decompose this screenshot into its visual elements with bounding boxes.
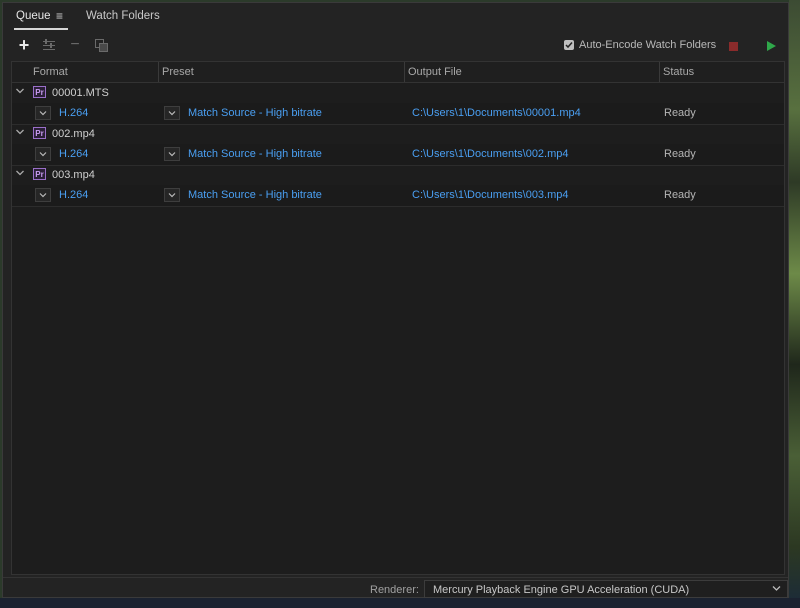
premiere-pro-icon: Pr (33, 127, 46, 139)
queue-source-row[interactable]: Pr 002.mp4 (12, 124, 784, 145)
column-divider[interactable] (659, 62, 660, 82)
chevron-down-icon (39, 193, 47, 198)
queue-output-row[interactable]: H.264 Match Source - High bitrate C:\Use… (12, 185, 784, 207)
status-text: Ready (664, 189, 696, 201)
format-dropdown-button[interactable] (35, 188, 51, 202)
chevron-down-icon (39, 152, 47, 157)
format-link[interactable]: H.264 (59, 107, 88, 119)
queue-toolbar: + − Auto-Encode Watch Folders (3, 33, 788, 59)
preset-link[interactable]: Match Source - High bitrate (188, 107, 322, 119)
queue-output-row[interactable]: H.264 Match Source - High bitrate C:\Use… (12, 144, 784, 166)
chevron-down-icon (168, 193, 176, 198)
format-dropdown-button[interactable] (35, 147, 51, 161)
renderer-value: Mercury Playback Engine GPU Acceleration… (433, 584, 690, 596)
hamburger-menu-icon[interactable]: ≡ (56, 9, 63, 23)
format-link[interactable]: H.264 (59, 189, 88, 201)
column-divider[interactable] (404, 62, 405, 82)
premiere-pro-icon: Pr (33, 86, 46, 98)
stop-queue-button[interactable] (729, 42, 738, 51)
preset-dropdown-button[interactable] (164, 147, 180, 161)
output-file-link[interactable]: C:\Users\1\Documents\00001.mp4 (412, 107, 581, 119)
preset-dropdown-button[interactable] (164, 188, 180, 202)
chevron-down-icon[interactable] (15, 127, 25, 137)
preset-link[interactable]: Match Source - High bitrate (188, 189, 322, 201)
auto-encode-label: Auto-Encode Watch Folders (579, 39, 717, 51)
auto-encode-toggle[interactable]: Auto-Encode Watch Folders (564, 39, 716, 51)
premiere-pro-icon: Pr (33, 168, 46, 180)
active-tab-indicator (14, 28, 68, 30)
source-file-name: 003.mp4 (52, 169, 95, 181)
renderer-select[interactable]: Mercury Playback Engine GPU Acceleration… (424, 580, 788, 598)
column-header-status[interactable]: Status (663, 66, 694, 78)
column-divider[interactable] (158, 62, 159, 82)
chevron-down-icon (168, 152, 176, 157)
tab-queue[interactable]: Queue (16, 10, 51, 22)
queue-panel: Queue ≡ Watch Folders + − Auto-Encode Wa… (2, 2, 789, 598)
chevron-down-icon[interactable] (15, 86, 25, 96)
chevron-down-icon[interactable] (15, 168, 25, 178)
queue-output-row[interactable]: H.264 Match Source - High bitrate C:\Use… (12, 103, 784, 125)
source-file-name: 00001.MTS (52, 87, 109, 99)
chevron-down-icon (168, 111, 176, 116)
column-header-format[interactable]: Format (33, 66, 68, 78)
preset-link[interactable]: Match Source - High bitrate (188, 148, 322, 160)
preset-dropdown-button[interactable] (164, 106, 180, 120)
settings-icon[interactable] (40, 36, 58, 54)
output-file-link[interactable]: C:\Users\1\Documents\002.mp4 (412, 148, 569, 160)
column-header-preset[interactable]: Preset (162, 66, 194, 78)
queue-source-row[interactable]: Pr 00001.MTS (12, 83, 784, 104)
queue-table: Format Preset Output File Status Pr 0000… (11, 61, 785, 575)
chevron-down-icon (772, 586, 781, 591)
format-dropdown-button[interactable] (35, 106, 51, 120)
table-header: Format Preset Output File Status (12, 62, 784, 83)
remove-icon[interactable]: − (66, 36, 84, 54)
status-text: Ready (664, 107, 696, 119)
duplicate-icon[interactable] (93, 36, 111, 54)
tab-watch-folders[interactable]: Watch Folders (86, 10, 160, 22)
panel-footer: Renderer: Mercury Playback Engine GPU Ac… (3, 577, 788, 600)
output-file-link[interactable]: C:\Users\1\Documents\003.mp4 (412, 189, 569, 201)
renderer-label: Renderer: (370, 584, 419, 596)
background-image-edge (789, 0, 800, 608)
source-file-name: 002.mp4 (52, 128, 95, 140)
column-header-output-file[interactable]: Output File (408, 66, 462, 78)
queue-source-row[interactable]: Pr 003.mp4 (12, 165, 784, 186)
add-icon[interactable]: + (15, 35, 33, 55)
format-link[interactable]: H.264 (59, 148, 88, 160)
panel-tabs: Queue ≡ Watch Folders (3, 3, 788, 31)
status-text: Ready (664, 148, 696, 160)
start-queue-button[interactable] (767, 41, 776, 51)
auto-encode-checkbox[interactable] (564, 40, 574, 50)
chevron-down-icon (39, 111, 47, 116)
